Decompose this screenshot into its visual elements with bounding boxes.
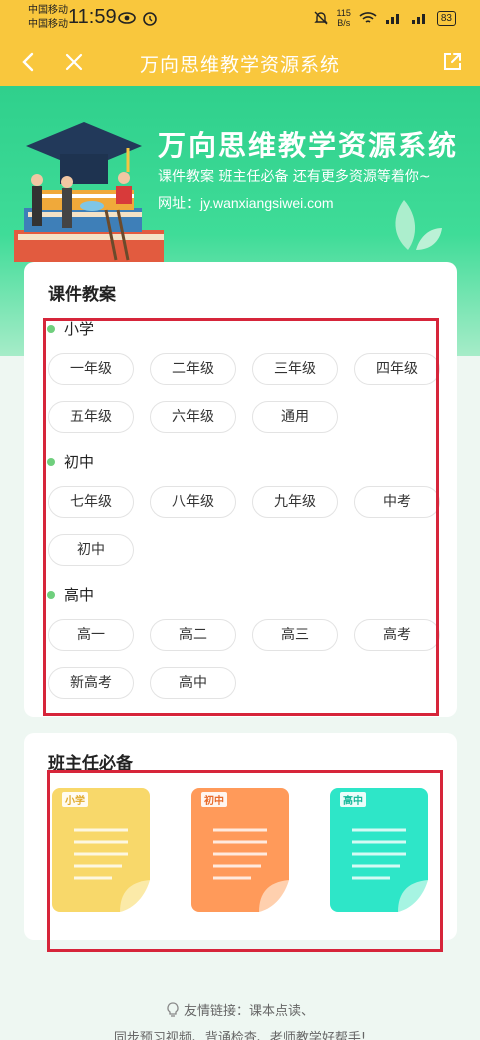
grade-chip[interactable]: 七年级 <box>48 486 134 518</box>
lessons-title: 课件教案 <box>48 285 116 305</box>
grade-chip[interactable]: 六年级 <box>150 401 236 433</box>
share-button[interactable] <box>440 50 464 74</box>
banner-title: 万向思维教学资源系统 <box>158 129 459 162</box>
doc-primary[interactable]: 小学 <box>52 788 150 912</box>
leaf-decoration <box>395 200 442 250</box>
grade-chip[interactable]: 高三 <box>252 619 338 651</box>
grade-chip[interactable]: 八年级 <box>150 486 236 518</box>
doc-tag: 小学 <box>62 792 88 807</box>
graduation-books-illustration <box>14 122 164 262</box>
doc-middle[interactable]: 初中 <box>191 788 289 912</box>
grade-chip[interactable]: 四年级 <box>354 353 440 385</box>
lightbulb-icon <box>167 1002 179 1017</box>
footer-links: 友情链接：课本点读、 <box>0 1000 480 1019</box>
grade-chip[interactable]: 高一 <box>48 619 134 651</box>
section-middle-label: 初中 <box>64 453 95 471</box>
wifi-icon <box>359 12 377 23</box>
signal-icon-2 <box>411 14 425 24</box>
section-dot <box>47 458 55 466</box>
grade-chip[interactable]: 二年级 <box>150 353 236 385</box>
footer-links-2: 同步预习视频、背诵检查、老师教学好帮手! <box>113 1031 367 1040</box>
share-icon <box>444 53 461 70</box>
doc-high[interactable]: 高中 <box>330 788 428 912</box>
title-bar: 万向思维教学资源系统 <box>0 38 480 86</box>
page-title: 万向思维教学资源系统 <box>139 54 340 76</box>
banner-url: 网址：jy.wanxiangsiwei.com <box>158 195 334 212</box>
grade-chip[interactable]: 通用 <box>252 401 338 433</box>
teacher-title: 班主任必备 <box>48 754 133 774</box>
grade-chip[interactable]: 高中 <box>150 667 236 699</box>
grade-chip[interactable]: 五年级 <box>48 401 134 433</box>
section-primary-label: 小学 <box>64 320 95 338</box>
section-dot <box>47 591 55 599</box>
banner-subtitle: 课件教案 班主任必备 还有更多资源等着你~ <box>158 169 431 185</box>
battery-indicator: 83 <box>436 10 456 26</box>
grade-chip[interactable]: 三年级 <box>252 353 338 385</box>
grade-chip[interactable]: 九年级 <box>252 486 338 518</box>
grade-chip[interactable]: 高考 <box>354 619 440 651</box>
section-dot <box>47 325 55 333</box>
eye-icon <box>118 12 136 24</box>
grade-chip[interactable]: 一年级 <box>48 353 134 385</box>
status-icons-right: 115 B/s 83 <box>313 8 456 28</box>
grade-chip[interactable]: 中考 <box>354 486 440 518</box>
signal-icon <box>385 14 399 24</box>
alarm-icon <box>143 12 157 26</box>
section-high-label: 高中 <box>64 586 95 604</box>
doc-tag: 高中 <box>340 792 366 807</box>
status-bar: 中国移动 中国移动 11:59 115 B/s 83 <box>0 0 480 38</box>
doc-tag: 初中 <box>201 792 227 807</box>
mute-bell-icon <box>313 11 328 25</box>
network-speed: 115 B/s <box>336 8 351 28</box>
clock: 11:59 <box>68 6 117 28</box>
grade-chip[interactable]: 初中 <box>48 534 134 566</box>
grade-chip[interactable]: 高二 <box>150 619 236 651</box>
carrier-info: 中国移动 中国移动 <box>28 5 68 30</box>
status-icons-left <box>118 10 158 26</box>
grade-chip[interactable]: 新高考 <box>48 667 134 699</box>
